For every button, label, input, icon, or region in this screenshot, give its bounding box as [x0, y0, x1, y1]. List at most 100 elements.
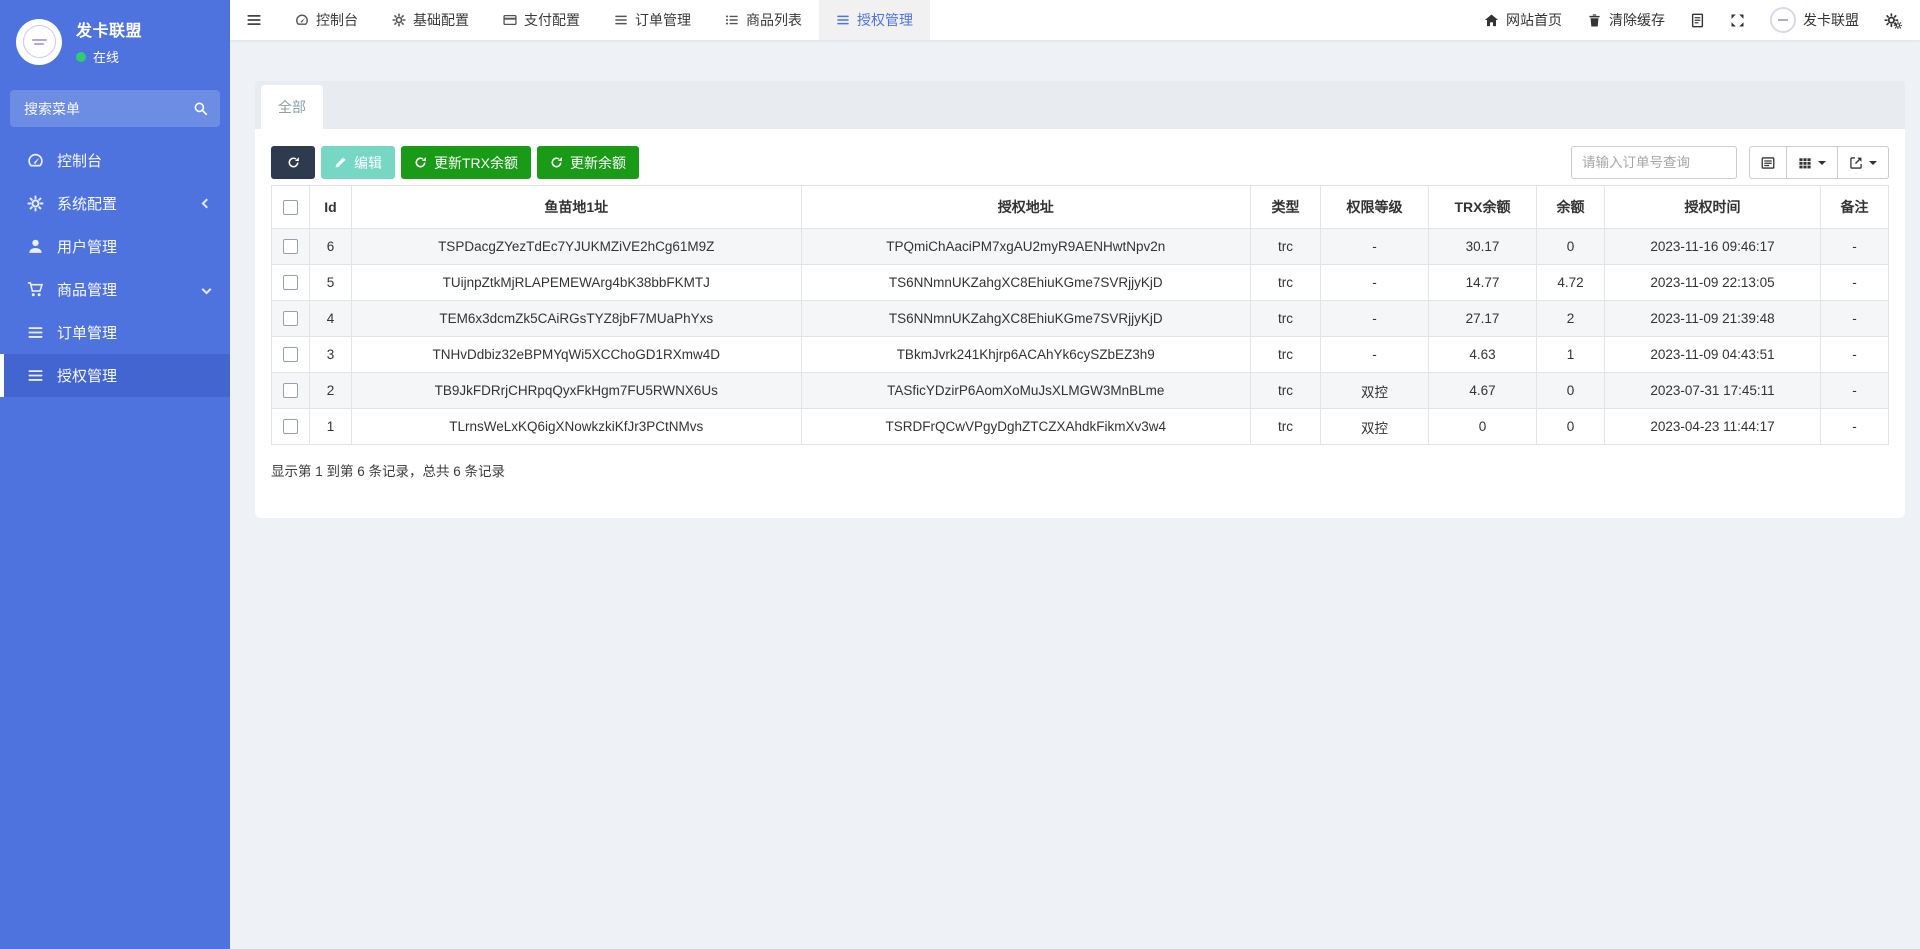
- cell-permission-level: 双控: [1321, 409, 1429, 445]
- toggle-detail-view-button[interactable]: [1749, 146, 1787, 179]
- cell-note: -: [1821, 409, 1889, 445]
- cell-select: [272, 373, 310, 409]
- header-note: 备注: [1821, 186, 1889, 229]
- row-checkbox[interactable]: [283, 347, 298, 362]
- pagination-summary: 显示第 1 到第 6 条记录，总共 6 条记录: [271, 460, 1889, 480]
- cell-address: TB9JkFDRrjCHRpqQyxFkHgm7FU5RWNX6Us: [352, 373, 802, 409]
- refresh-icon: [414, 156, 427, 169]
- table-row: 6 TSPDacgZYezTdEc7YJUKMZiVE2hCg61M9Z TPQ…: [272, 229, 1889, 265]
- refresh-button[interactable]: [271, 146, 315, 179]
- cell-note: -: [1821, 337, 1889, 373]
- fullscreen-button[interactable]: [1730, 13, 1745, 28]
- cell-auth-address: TASficYDzirP6AomXoMuJsXLMGW3MnBLme: [801, 373, 1251, 409]
- row-checkbox[interactable]: [283, 239, 298, 254]
- tab-dashboard[interactable]: 控制台: [278, 0, 375, 40]
- authorization-table: Id 鱼苗地1址 授权地址 类型 权限等级 TRX余额 余额 授权时间 备注 6: [271, 185, 1889, 445]
- cell-select: [272, 301, 310, 337]
- cell-balance: 1: [1537, 337, 1605, 373]
- update-balance-button[interactable]: 更新余额: [537, 146, 639, 179]
- table-row: 2 TB9JkFDRrjCHRpqQyxFkHgm7FU5RWNX6Us TAS…: [272, 373, 1889, 409]
- cell-note: -: [1821, 265, 1889, 301]
- detail-view-icon: [1761, 156, 1775, 170]
- sidebar-search-input[interactable]: [22, 100, 193, 118]
- tab-all[interactable]: 全部: [261, 85, 323, 129]
- columns-dropdown-button[interactable]: [1787, 146, 1838, 179]
- online-status-label: 在线: [93, 47, 119, 66]
- cell-auth-address: TS6NNmnUKZahgXC8EhiuKGme7SVRjjyKjD: [801, 301, 1251, 337]
- tab-payment-config[interactable]: 支付配置: [486, 0, 597, 40]
- header-auth-time: 授权时间: [1605, 186, 1821, 229]
- sidebar-item-orders[interactable]: 订单管理: [0, 311, 230, 354]
- cell-balance: 0: [1537, 373, 1605, 409]
- cell-trx-balance: 4.67: [1429, 373, 1537, 409]
- header-address: 鱼苗地1址: [352, 186, 802, 229]
- search-icon[interactable]: [193, 101, 208, 116]
- language-button[interactable]: [1690, 13, 1705, 28]
- sidebar-item-system-config[interactable]: 系统配置: [0, 182, 230, 225]
- cell-select: [272, 409, 310, 445]
- cell-type: trc: [1251, 409, 1321, 445]
- cell-trx-balance: 0: [1429, 409, 1537, 445]
- export-dropdown-button[interactable]: [1838, 146, 1889, 179]
- header-id: Id: [310, 186, 352, 229]
- cell-type: trc: [1251, 265, 1321, 301]
- chevron-left-icon: [202, 199, 212, 209]
- sidebar-item-dashboard[interactable]: 控制台: [0, 139, 230, 182]
- toolbar-left: 编辑 更新TRX余额 更新余额: [271, 146, 639, 179]
- header-type: 类型: [1251, 186, 1321, 229]
- list-icon: [614, 13, 628, 27]
- site-home-link[interactable]: 网站首页: [1484, 10, 1562, 30]
- user-menu[interactable]: 发卡联盟: [1770, 7, 1859, 33]
- cell-select: [272, 229, 310, 265]
- clear-cache-button[interactable]: 清除缓存: [1587, 10, 1665, 30]
- row-checkbox[interactable]: [283, 419, 298, 434]
- header-auth-address: 授权地址: [801, 186, 1251, 229]
- tab-product-list[interactable]: 商品列表: [708, 0, 819, 40]
- topbar: 控制台 基础配置 支付配置 订单管理 商品列表: [230, 0, 1920, 40]
- cell-auth-address: TPQmiChAaciPM7xgAU2myR9AENHwtNpv2n: [801, 229, 1251, 265]
- update-trx-balance-button[interactable]: 更新TRX余额: [401, 146, 531, 179]
- topbar-right: 网站首页 清除缓存 发卡联盟: [1484, 0, 1920, 40]
- cell-id: 4: [310, 301, 352, 337]
- sidebar-item-products[interactable]: 商品管理: [0, 268, 230, 311]
- page-content: 全部 编辑 更新TRX余额: [230, 40, 1920, 949]
- sidebar-toggle-button[interactable]: [230, 0, 278, 40]
- dashboard-icon: [295, 13, 309, 27]
- chevron-down-icon: [202, 285, 212, 295]
- tab-order-management[interactable]: 订单管理: [597, 0, 708, 40]
- list-icon: [836, 13, 850, 27]
- row-checkbox[interactable]: [283, 275, 298, 290]
- cell-id: 3: [310, 337, 352, 373]
- select-all-checkbox[interactable]: [283, 200, 298, 215]
- settings-button[interactable]: [1884, 11, 1902, 29]
- sidebar-search[interactable]: [10, 90, 220, 127]
- table-toolbar: 编辑 更新TRX余额 更新余额: [271, 146, 1889, 179]
- table-header-row: Id 鱼苗地1址 授权地址 类型 权限等级 TRX余额 余额 授权时间 备注: [272, 186, 1889, 229]
- row-checkbox[interactable]: [283, 311, 298, 326]
- cell-address: TLrnsWeLxKQ6igXNowkzkiKfJr3PCtNMvs: [352, 409, 802, 445]
- cell-type: trc: [1251, 373, 1321, 409]
- cell-balance: 2: [1537, 301, 1605, 337]
- cell-id: 2: [310, 373, 352, 409]
- order-search-input[interactable]: [1571, 146, 1737, 179]
- payment-card-icon: [503, 13, 517, 27]
- avatar: [1770, 7, 1796, 33]
- gear-icon: [392, 13, 406, 27]
- cell-permission-level: -: [1321, 301, 1429, 337]
- refresh-icon: [287, 156, 300, 169]
- sidebar-item-authorization[interactable]: 授权管理: [0, 354, 230, 397]
- row-checkbox[interactable]: [283, 383, 298, 398]
- sidebar-menu: 控制台 系统配置 用户管理 商品管理 订单管理 授权管: [0, 139, 230, 397]
- caret-down-icon: [1818, 161, 1826, 165]
- table-row: 5 TUijnpZtkMjRLAPEMEWArg4bK38bbFKMTJ TS6…: [272, 265, 1889, 301]
- tab-base-config[interactable]: 基础配置: [375, 0, 486, 40]
- table-row: 1 TLrnsWeLxKQ6igXNowkzkiKfJr3PCtNMvs TSR…: [272, 409, 1889, 445]
- edit-button[interactable]: 编辑: [321, 146, 395, 179]
- cell-auth-time: 2023-11-09 04:43:51: [1605, 337, 1821, 373]
- sidebar-item-users[interactable]: 用户管理: [0, 225, 230, 268]
- cell-auth-time: 2023-11-09 21:39:48: [1605, 301, 1821, 337]
- tab-authorization[interactable]: 授权管理: [819, 0, 930, 40]
- cell-select: [272, 337, 310, 373]
- cell-note: -: [1821, 301, 1889, 337]
- list-icon: [26, 367, 44, 384]
